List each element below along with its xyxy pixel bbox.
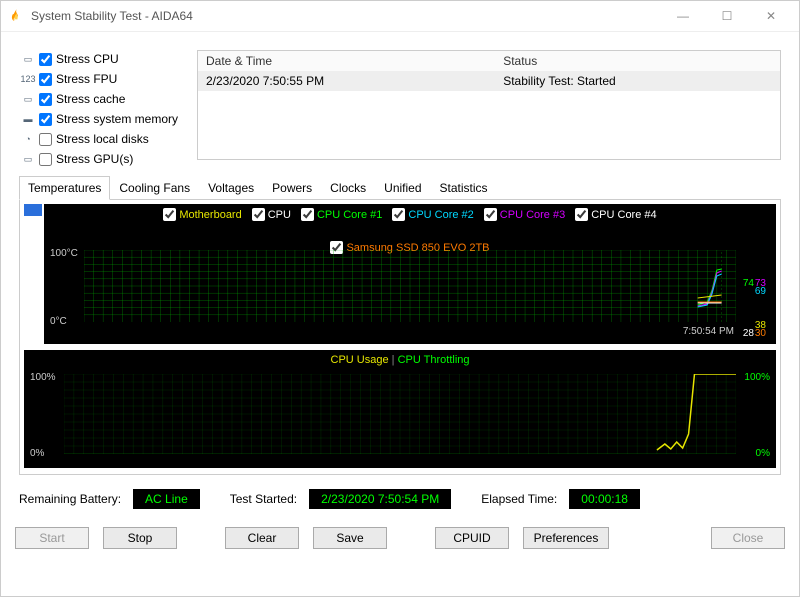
sensor-picker[interactable] <box>24 204 42 334</box>
started-label: Test Started: <box>230 492 297 506</box>
device-icon: ▭ <box>19 152 37 166</box>
stress-label: Stress CPU <box>56 52 119 66</box>
legend-item[interactable]: Motherboard <box>163 208 241 221</box>
stress-label: Stress local disks <box>56 132 149 146</box>
chart-tabs: TemperaturesCooling FansVoltagesPowersCl… <box>19 176 781 200</box>
preferences-button[interactable]: Preferences <box>523 527 609 549</box>
save-button[interactable]: Save <box>313 527 387 549</box>
cpu-grid <box>64 374 736 454</box>
device-icon: ▬ <box>19 112 37 126</box>
cpu-usage-label: CPU Usage <box>331 354 389 366</box>
legend-label: CPU Core #1 <box>317 209 382 221</box>
temperature-chart: Motherboard CPU CPU Core #1 CPU Core #2 CPU … <box>44 204 776 344</box>
legend-item[interactable]: CPU <box>252 208 291 221</box>
legend-item[interactable]: CPU Core #2 <box>392 208 473 221</box>
legend-checkbox[interactable] <box>163 208 176 221</box>
close-window-button[interactable]: ✕ <box>749 2 793 30</box>
legend-item[interactable]: CPU Core #4 <box>575 208 656 221</box>
log-col-datetime: Date & Time <box>198 51 495 71</box>
close-button: Close <box>711 527 785 549</box>
stress-label: Stress GPU(s) <box>56 152 133 166</box>
elapsed-value: 00:00:18 <box>569 489 640 509</box>
clear-button[interactable]: Clear <box>225 527 299 549</box>
stress-option[interactable]: ▭ Stress GPU(s) <box>19 150 187 168</box>
temp-y-top: 100°C <box>50 248 78 259</box>
legend-item[interactable]: CPU Core #3 <box>484 208 565 221</box>
stop-button[interactable]: Stop <box>103 527 177 549</box>
button-row: Start Stop Clear Save CPUID Preferences … <box>15 527 785 549</box>
log-row[interactable]: 2/23/2020 7:50:55 PMStability Test: Star… <box>198 71 780 91</box>
tab-powers[interactable]: Powers <box>263 176 321 200</box>
legend-checkbox[interactable] <box>484 208 497 221</box>
stress-checkbox[interactable] <box>39 73 52 86</box>
stress-checkbox[interactable] <box>39 113 52 126</box>
stress-checkbox[interactable] <box>39 53 52 66</box>
window-title: System Stability Test - AIDA64 <box>31 9 193 23</box>
temp-readout: 30 <box>755 328 766 339</box>
stress-option[interactable]: ▭ Stress CPU <box>19 50 187 68</box>
cpu-yR-bot: 0% <box>756 448 770 459</box>
log-col-status: Status <box>495 51 780 71</box>
stress-label: Stress cache <box>56 92 125 106</box>
tab-temperatures[interactable]: Temperatures <box>19 176 110 200</box>
temp-grid <box>84 250 736 322</box>
cpuid-button[interactable]: CPUID <box>435 527 509 549</box>
temp-y-bot: 0°C <box>50 316 67 327</box>
cpu-yL-bot: 0% <box>30 448 44 459</box>
stress-option[interactable]: ▬ Stress system memory <box>19 110 187 128</box>
temp-readout: 69 <box>755 286 766 297</box>
stress-options: ▭ Stress CPU 123 Stress FPU ▭ Stress cache ▬ St… <box>19 50 187 170</box>
legend-label: CPU Core #4 <box>591 209 656 221</box>
cpu-yL-top: 100% <box>30 372 56 383</box>
start-button: Start <box>15 527 89 549</box>
legend-label: Motherboard <box>179 209 241 221</box>
started-value: 2/23/2020 7:50:54 PM <box>309 489 451 509</box>
temp-x-time: 7:50:54 PM <box>683 326 734 337</box>
temp-readout: 74 <box>743 278 754 289</box>
cpu-usage-chart: CPU Usage | CPU Throttling 100% 0% 100% … <box>24 350 776 468</box>
tab-statistics[interactable]: Statistics <box>431 176 497 200</box>
stress-option[interactable]: ▭ Stress cache <box>19 90 187 108</box>
device-icon: ▭ <box>19 52 37 66</box>
legend-item[interactable]: CPU Core #1 <box>301 208 382 221</box>
cpu-yR-top: 100% <box>744 372 770 383</box>
legend-label: CPU Core #2 <box>408 209 473 221</box>
stress-checkbox[interactable] <box>39 93 52 106</box>
stress-option[interactable]: ◔ Stress local disks <box>19 130 187 148</box>
tab-voltages[interactable]: Voltages <box>199 176 263 200</box>
device-icon: ◔ <box>19 132 37 146</box>
device-icon: 123 <box>19 72 37 86</box>
tab-clocks[interactable]: Clocks <box>321 176 375 200</box>
stress-label: Stress system memory <box>56 112 178 126</box>
stress-label: Stress FPU <box>56 72 117 86</box>
stress-checkbox[interactable] <box>39 133 52 146</box>
tab-cooling-fans[interactable]: Cooling Fans <box>110 176 199 200</box>
minimize-button[interactable]: — <box>661 2 705 30</box>
battery-value: AC Line <box>133 489 200 509</box>
legend-checkbox[interactable] <box>392 208 405 221</box>
legend-checkbox[interactable] <box>301 208 314 221</box>
legend-label: CPU Core #3 <box>500 209 565 221</box>
app-window: System Stability Test - AIDA64 — ☐ ✕ ▭ St… <box>0 0 800 597</box>
legend-checkbox[interactable] <box>575 208 588 221</box>
maximize-button[interactable]: ☐ <box>705 2 749 30</box>
battery-label: Remaining Battery: <box>19 492 121 506</box>
device-icon: ▭ <box>19 92 37 106</box>
elapsed-label: Elapsed Time: <box>481 492 557 506</box>
status-row: Remaining Battery: AC Line Test Started:… <box>19 489 781 509</box>
legend-label: CPU <box>268 209 291 221</box>
temp-readout: 28 <box>743 328 754 339</box>
tab-unified[interactable]: Unified <box>375 176 430 200</box>
app-icon <box>9 8 25 24</box>
legend-checkbox[interactable] <box>252 208 265 221</box>
title-bar: System Stability Test - AIDA64 — ☐ ✕ <box>1 1 799 32</box>
event-log[interactable]: Date & TimeStatus 2/23/2020 7:50:55 PMSt… <box>197 50 781 160</box>
stress-option[interactable]: 123 Stress FPU <box>19 70 187 88</box>
stress-checkbox[interactable] <box>39 153 52 166</box>
cpu-throttle-label: CPU Throttling <box>398 354 470 366</box>
